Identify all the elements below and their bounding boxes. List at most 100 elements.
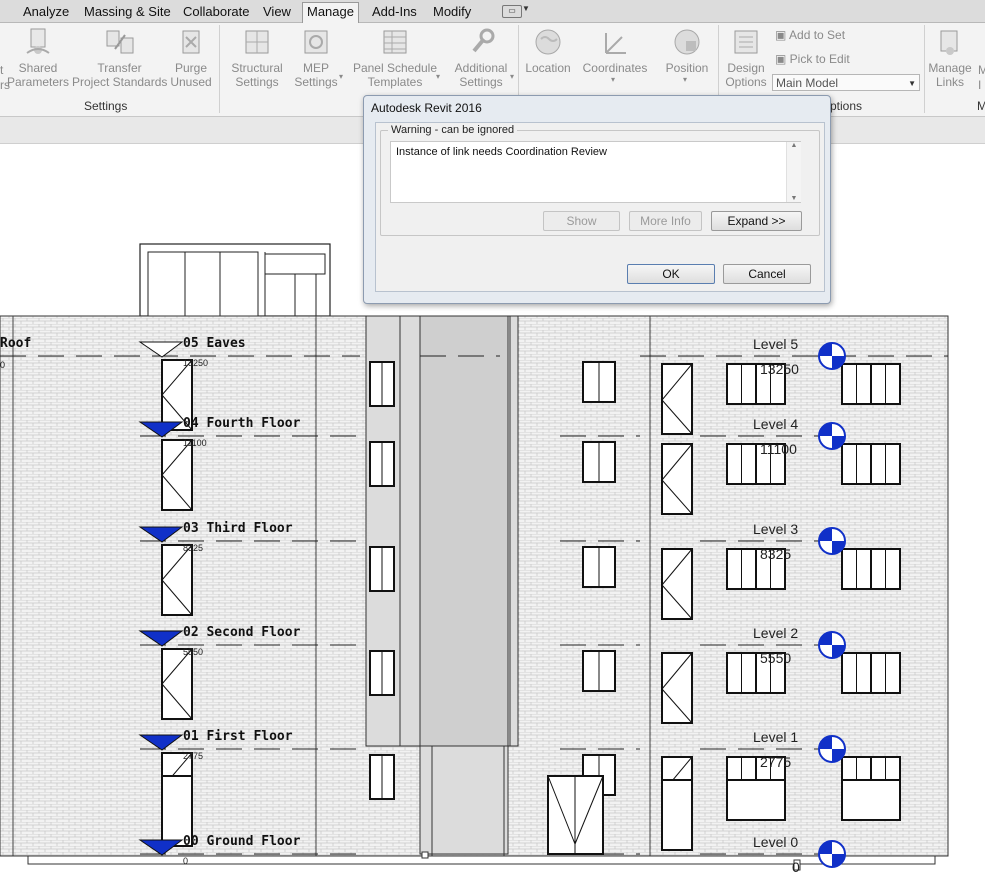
coordinates-button[interactable]: Coordinates — [580, 23, 650, 75]
tab-view[interactable]: View — [259, 3, 295, 21]
level-target-marker-icon[interactable] — [818, 735, 846, 763]
ribbon-cut-label-4: I — [978, 78, 982, 92]
location-button[interactable]: Location — [522, 23, 574, 75]
show-button[interactable]: Show — [543, 211, 620, 231]
structural-settings-button[interactable]: Structural Settings — [228, 23, 286, 89]
shared-parameters-button[interactable]: Shared Parameters — [7, 23, 69, 89]
mep-settings-button[interactable]: MEP Settings — [291, 23, 341, 89]
expand-button[interactable]: Expand >> — [711, 211, 802, 231]
tab-modify[interactable]: Modify — [429, 3, 475, 21]
structural-settings-icon — [242, 27, 272, 57]
right-level-elevation[interactable]: 0 — [792, 859, 800, 875]
panel-schedule-dropdown-icon[interactable]: ▾ — [436, 72, 440, 81]
tab-collaborate[interactable]: Collaborate — [179, 3, 254, 21]
wide-window — [726, 779, 786, 821]
roof-level-label: Roof — [0, 336, 32, 351]
dialog-title: Autodesk Revit 2016 — [371, 101, 482, 115]
left-level-name[interactable]: 04 Fourth Floor — [183, 416, 300, 431]
left-level-name[interactable]: 01 First Floor — [183, 729, 293, 744]
transfer-standards-button[interactable]: Transfer Project Standards — [72, 23, 167, 89]
right-level-elevation[interactable]: 2775 — [760, 754, 791, 770]
door-window — [161, 439, 193, 511]
left-level-name[interactable]: 05 Eaves — [183, 336, 246, 351]
door-window — [661, 443, 693, 515]
scroll-up-icon[interactable]: ▲ — [787, 142, 801, 149]
pick-to-edit-icon: ▣ — [775, 52, 790, 66]
right-level-name[interactable]: Level 0 — [753, 834, 798, 850]
level-target-marker-icon[interactable] — [818, 422, 846, 450]
scroll-down-icon[interactable]: ▼ — [787, 195, 801, 202]
position-icon — [672, 27, 702, 57]
design-options-button[interactable]: Design Options — [722, 23, 770, 89]
pick-to-edit-button[interactable]: ▣ Pick to Edit — [775, 52, 850, 66]
ribbon-cut-label-1: t — [0, 63, 4, 77]
door-window — [661, 548, 693, 620]
coordinates-icon — [600, 27, 630, 57]
warning-message: Instance of link needs Coordination Revi… — [396, 146, 607, 158]
more-info-button[interactable]: More Info — [629, 211, 702, 231]
globe-icon — [533, 27, 563, 57]
door-window — [661, 363, 693, 435]
right-level-elevation[interactable]: 5550 — [760, 650, 791, 666]
chevron-down-icon: ▼ — [908, 79, 916, 88]
wrench-icon — [466, 27, 496, 57]
right-level-name[interactable]: Level 4 — [753, 416, 798, 432]
left-level-name[interactable]: 00 Ground Floor — [183, 834, 300, 849]
left-level-elevation[interactable]: 0 — [183, 856, 188, 866]
ribbon-separator — [219, 25, 220, 113]
message-scrollbar[interactable]: ▲ ▼ — [786, 142, 801, 202]
quick-access-dropdown-icon[interactable]: ▼ — [522, 4, 530, 13]
position-dropdown-icon[interactable]: ▾ — [683, 75, 687, 84]
level-target-marker-icon[interactable] — [818, 631, 846, 659]
ribbon-tab-bar: Analyze Massing & Site Collaborate View … — [0, 0, 985, 23]
wide-window — [841, 779, 901, 821]
shared-parameters-icon — [23, 27, 53, 57]
position-button[interactable]: Position — [660, 23, 714, 75]
add-to-set-button[interactable]: ▣ Add to Set — [775, 28, 845, 42]
design-options-icon — [731, 27, 761, 57]
right-level-name[interactable]: Level 1 — [753, 729, 798, 745]
cancel-button[interactable]: Cancel — [723, 264, 811, 284]
level-target-marker-icon[interactable] — [818, 342, 846, 370]
right-level-elevation[interactable]: 13250 — [760, 361, 799, 377]
left-level-elevation[interactable]: 2775 — [183, 751, 203, 761]
mep-settings-icon — [301, 27, 331, 57]
tab-manage[interactable]: Manage — [302, 2, 359, 23]
panel-label-design-options: ptions — [830, 99, 863, 113]
door-window — [161, 544, 193, 616]
left-level-elevation[interactable]: 8325 — [183, 543, 203, 553]
purge-unused-button[interactable]: Purge Unused — [169, 23, 213, 89]
tab-add-ins[interactable]: Add-Ins — [368, 3, 421, 21]
design-option-combo[interactable]: Main Model ▼ — [772, 74, 920, 91]
door-window — [661, 779, 693, 851]
level-target-marker-icon[interactable] — [818, 840, 846, 868]
mep-settings-dropdown-icon[interactable]: ▾ — [339, 72, 343, 81]
tab-massing-site[interactable]: Massing & Site — [80, 3, 175, 21]
door-window — [661, 652, 693, 724]
level-target-marker-icon[interactable] — [818, 527, 846, 555]
left-level-elevation[interactable]: 13250 — [183, 358, 208, 368]
manage-links-button[interactable]: Manage Links — [927, 23, 973, 89]
purge-icon — [176, 27, 206, 57]
quick-access-toggle[interactable]: ▭ — [502, 5, 522, 18]
coordinates-dropdown-icon[interactable]: ▾ — [611, 75, 615, 84]
left-level-elevation[interactable]: 5550 — [183, 647, 203, 657]
left-level-name[interactable]: 02 Second Floor — [183, 625, 300, 640]
additional-settings-dropdown-icon[interactable]: ▾ — [510, 72, 514, 81]
right-level-elevation[interactable]: 8325 — [760, 546, 791, 562]
right-level-elevation[interactable]: 11100 — [760, 441, 797, 457]
warning-message-box[interactable]: Instance of link needs Coordination Revi… — [390, 141, 801, 203]
warning-group-label: Warning - can be ignored — [388, 124, 518, 136]
manage-links-icon — [935, 27, 965, 57]
additional-settings-button[interactable]: Additional Settings — [450, 23, 512, 89]
right-level-name[interactable]: Level 3 — [753, 521, 798, 537]
panel-schedule-templates-button[interactable]: Panel Schedule Templates — [352, 23, 438, 89]
right-level-name[interactable]: Level 2 — [753, 625, 798, 641]
tab-analyze[interactable]: Analyze — [19, 3, 73, 21]
left-level-name[interactable]: 03 Third Floor — [183, 521, 293, 536]
transfer-standards-icon — [105, 27, 135, 57]
panel-label-settings: Settings — [84, 99, 128, 113]
left-level-elevation[interactable]: 11100 — [183, 438, 207, 448]
ok-button[interactable]: OK — [627, 264, 715, 284]
right-level-name[interactable]: Level 5 — [753, 336, 798, 352]
